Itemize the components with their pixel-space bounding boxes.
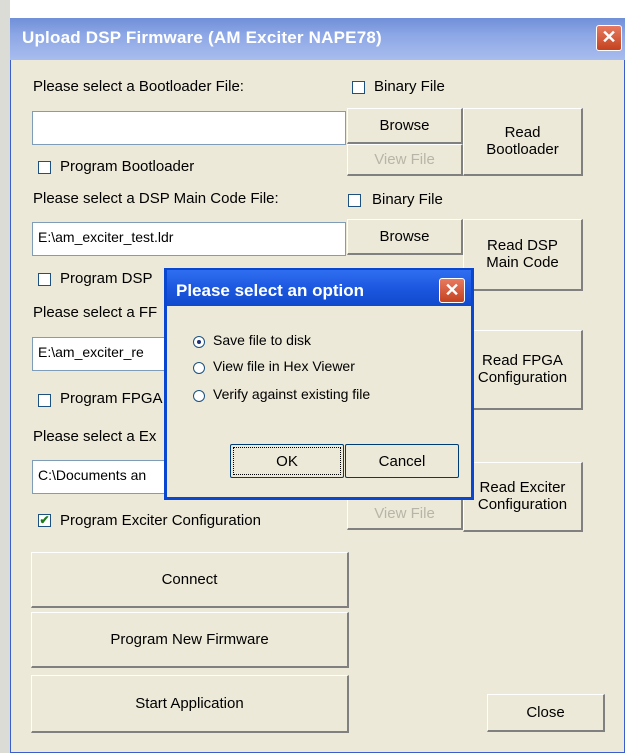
window-close-icon[interactable]: ✕	[596, 25, 622, 51]
dsp-binary-checkbox[interactable]	[348, 194, 361, 207]
program-dsp-label: Program DSP	[60, 270, 153, 287]
option-verify-label: Verify against existing file	[213, 386, 371, 402]
exciter-prompt: Please select a Ex	[33, 428, 157, 445]
bootloader-prompt: Please select a Bootloader File:	[33, 78, 244, 95]
program-new-firmware-button[interactable]: Program New Firmware	[31, 612, 349, 668]
close-button[interactable]: Close	[487, 694, 605, 732]
dsp-browse-button[interactable]: Browse	[347, 219, 463, 255]
exciter-view-file-button[interactable]: View File	[347, 498, 463, 530]
read-dsp-main-code-button[interactable]: Read DSP Main Code	[463, 219, 583, 291]
bootloader-binary-checkbox[interactable]	[352, 81, 365, 94]
bootloader-browse-button[interactable]: Browse	[347, 108, 463, 144]
program-exciter-configuration-label: Program Exciter Configuration	[60, 512, 261, 529]
option-view-hex-label: View file in Hex Viewer	[213, 358, 355, 374]
option-save-file-label: Save file to disk	[213, 332, 312, 348]
window-title: Upload DSP Firmware (AM Exciter NAPE78)	[22, 28, 382, 47]
dialog-cancel-button[interactable]: Cancel	[345, 444, 459, 478]
radio-save-file-to-disk[interactable]	[193, 336, 205, 348]
option-dialog-title: Please select an option	[176, 281, 365, 300]
background-strip-top	[0, 0, 627, 18]
read-fpga-configuration-button[interactable]: Read FPGA Configuration	[463, 330, 583, 410]
dsp-binary-label: Binary File	[372, 191, 443, 208]
fpga-file-field[interactable]: E:\am_exciter_re	[32, 337, 172, 371]
program-fpga-label: Program FPGA	[60, 390, 163, 407]
radio-verify-existing-file[interactable]	[193, 390, 205, 402]
program-fpga-checkbox[interactable]	[38, 394, 51, 407]
read-bootloader-button[interactable]: Read Bootloader	[463, 108, 583, 176]
fpga-prompt: Please select a FF	[33, 304, 158, 321]
radio-view-file-hex-viewer[interactable]	[193, 362, 205, 374]
dsp-prompt: Please select a DSP Main Code File:	[33, 190, 279, 207]
program-exciter-configuration-checkbox[interactable]: ✔	[38, 514, 51, 527]
start-application-button[interactable]: Start Application	[31, 675, 349, 733]
bootloader-binary-label: Binary File	[374, 78, 445, 95]
exciter-file-field[interactable]: C:\Documents an	[32, 460, 172, 494]
background-strip-left	[0, 0, 10, 753]
dsp-file-field[interactable]: E:\am_exciter_test.ldr	[32, 222, 346, 256]
dialog-close-icon[interactable]: ✕	[439, 278, 465, 303]
bootloader-view-file-button[interactable]: View File	[347, 144, 463, 176]
read-exciter-configuration-button[interactable]: Read Exciter Configuration	[463, 462, 583, 532]
bootloader-file-field[interactable]	[32, 111, 346, 145]
program-dsp-checkbox[interactable]	[38, 273, 51, 286]
program-bootloader-label: Program Bootloader	[60, 158, 195, 175]
connect-button[interactable]: Connect	[31, 552, 349, 608]
program-bootloader-checkbox[interactable]	[38, 161, 51, 174]
dialog-ok-button[interactable]: OK	[230, 444, 344, 478]
